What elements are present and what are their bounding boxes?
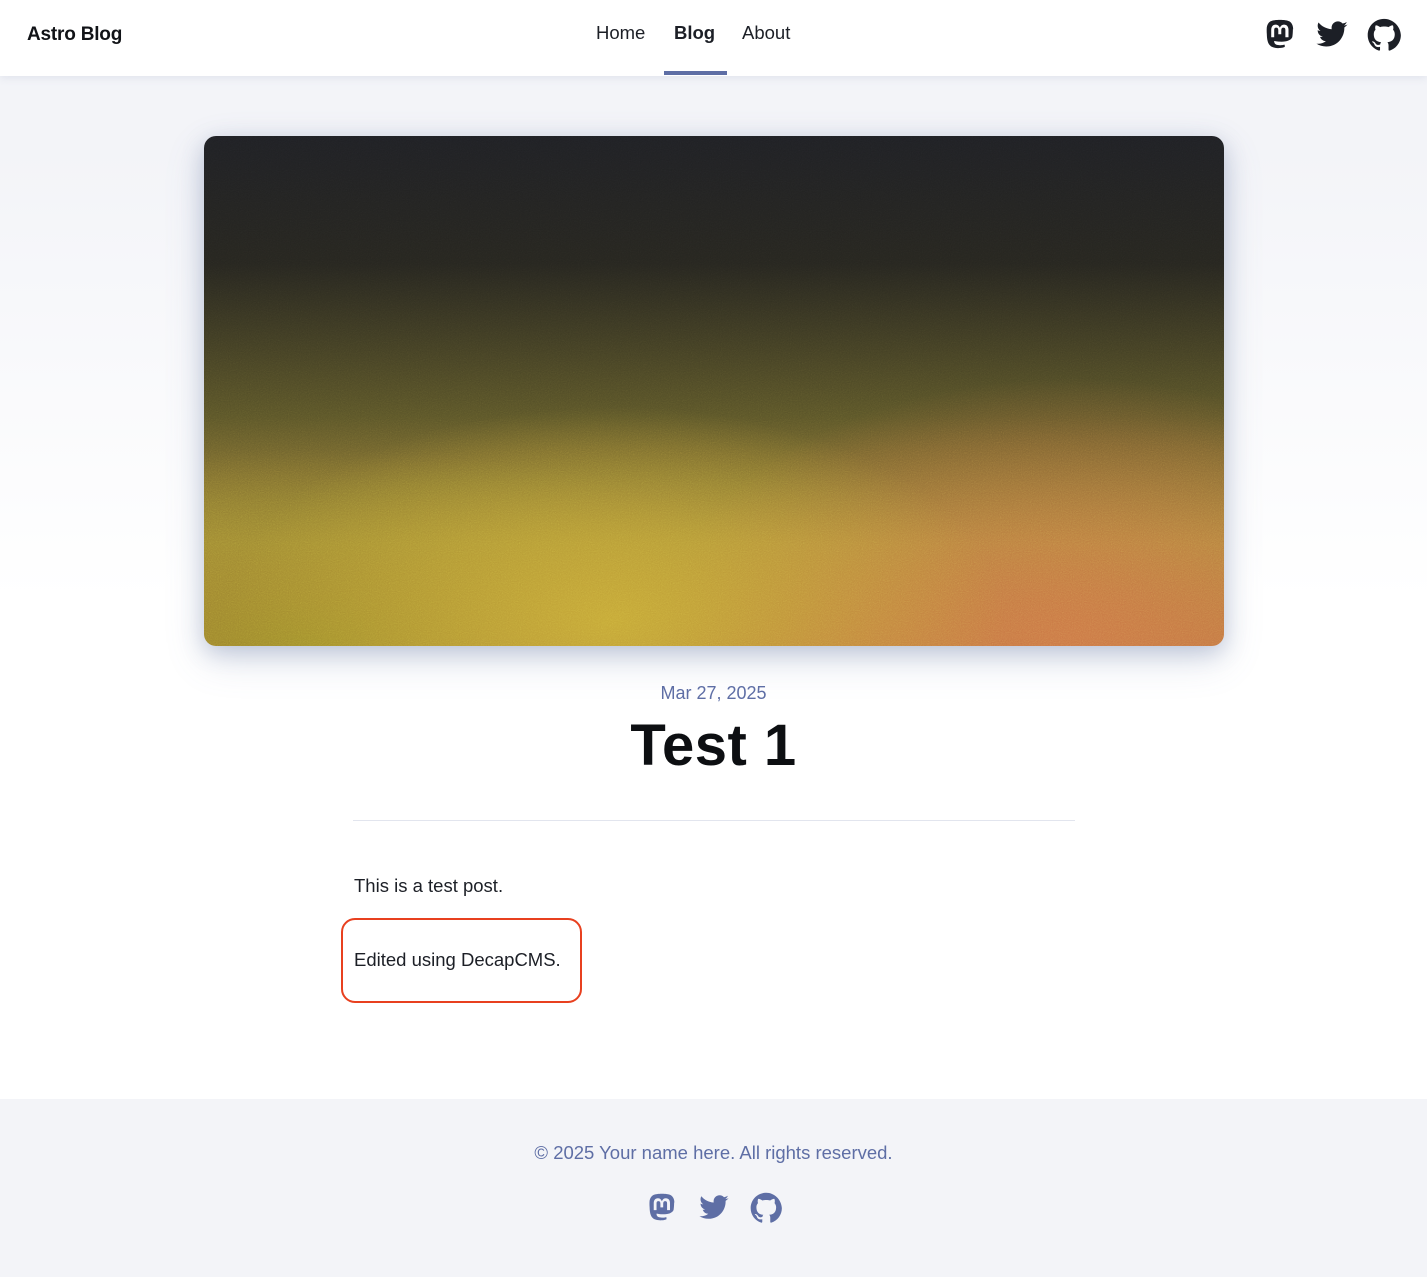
footer-copyright: © 2025 Your name here. All rights reserv… (534, 1142, 893, 1163)
mastodon-icon[interactable] (646, 1192, 678, 1224)
nav-about-link[interactable]: About (742, 22, 790, 44)
nav-blog-link[interactable]: Blog (674, 22, 715, 44)
site-header: Astro Blog Home Blog About (0, 0, 1427, 76)
title-divider (353, 820, 1075, 821)
twitter-icon[interactable] (698, 1192, 730, 1224)
post-date: Mar 27, 2025 (660, 683, 767, 703)
github-icon[interactable] (1367, 18, 1401, 52)
highlight-annotation (341, 918, 582, 1003)
nav-home-link[interactable]: Home (596, 22, 645, 44)
hero-noise-texture (204, 136, 1224, 646)
active-nav-indicator (664, 71, 727, 75)
site-footer: © 2025 Your name here. All rights reserv… (0, 1099, 1427, 1277)
mastodon-icon[interactable] (1263, 18, 1297, 52)
github-icon[interactable] (750, 1192, 782, 1224)
main-nav: Home Blog About (0, 0, 1427, 76)
hero-image (204, 136, 1224, 646)
post-paragraph: This is a test post. (354, 875, 504, 896)
twitter-icon[interactable] (1315, 18, 1349, 52)
post-title: Test 1 (630, 713, 797, 778)
